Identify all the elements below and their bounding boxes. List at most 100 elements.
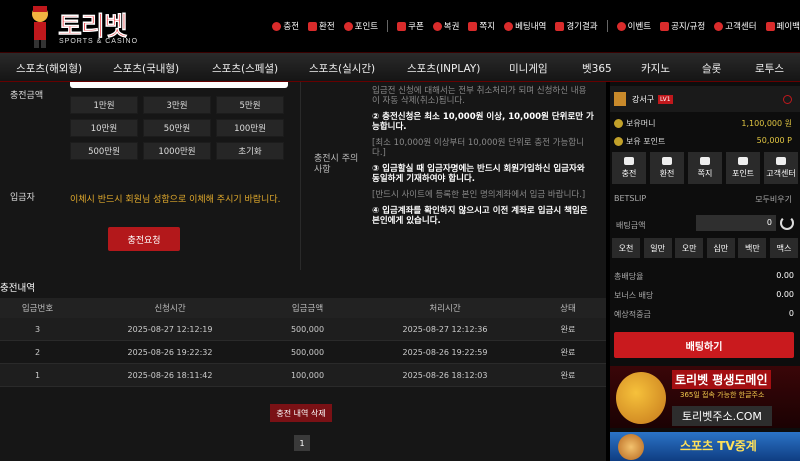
table-cell: 2025-08-26 19:22:59 <box>402 347 488 357</box>
user-name: 강서구 <box>632 95 655 104</box>
table-cell: 완료 <box>560 370 576 380</box>
menu-icon <box>765 21 775 31</box>
top-menu: 충전 환전 포인트 쿠폰 복권 쪽지 베팅내역 경기결과 이벤트 공지/규정 고객센터 페이백 <box>263 16 800 36</box>
notice-label: 충전시 주의사항 <box>314 154 359 175</box>
amount-button[interactable]: 500만원 <box>70 142 138 160</box>
menu-separator <box>606 20 608 32</box>
notice-line: [반드시 사이트에 등록한 본인 명의계좌에서 입금 바랍니다.] <box>372 190 586 200</box>
quick-button[interactable]: 환전 <box>650 152 684 184</box>
notice-line: ③ 입금할실 때 입금자명에는 반드시 회원가입하신 입금자와 동일하게 기재하… <box>372 164 585 184</box>
nav-item[interactable]: 스포츠(스페셜) <box>212 61 278 76</box>
site-logo[interactable]: 토리벳 SPORTS & CASINO <box>28 4 148 50</box>
amount-button[interactable]: 1만원 <box>70 96 138 114</box>
nav-item[interactable]: 스포츠(INPLAY) <box>407 61 480 76</box>
quick-icon <box>624 157 634 165</box>
top-menu-item[interactable]: 경기결과 <box>555 20 598 32</box>
amount-chip[interactable]: 오천 <box>612 238 640 258</box>
column-header: 상태 <box>560 304 576 314</box>
amount-chip[interactable]: 십만 <box>706 238 735 258</box>
table-header: 입금번호 신청시간 입금금액 처리시간 상태 <box>0 298 606 318</box>
banner-sub: 365일 접속 가능한 한글주소 <box>680 391 765 399</box>
nav-item[interactable]: 미니게임 <box>509 61 548 76</box>
amount-button[interactable]: 100만원 <box>216 119 284 137</box>
bet-amount-input[interactable]: 0 <box>696 215 776 231</box>
divider <box>300 82 301 270</box>
notice-line: ② 충전신청은 최소 10,000원 이상, 10,000원 단위로만 가능합니… <box>372 112 594 132</box>
nav-item[interactable]: 슬롯 <box>702 61 721 76</box>
quick-button[interactable]: 고객센터 <box>764 152 798 184</box>
money-value: 1,100,000 원 <box>741 119 792 128</box>
main-nav: 스포츠(해외형) 스포츠(국내형) 스포츠(스페셜) 스포츠(실시간) 스포츠(INPL… <box>0 52 800 82</box>
nav-item[interactable]: 로투스 <box>755 61 784 76</box>
amount-button[interactable]: 3만원 <box>143 96 211 114</box>
top-menu-item[interactable]: 페이백 <box>765 20 800 32</box>
nav-item[interactable]: 스포츠(실시간) <box>309 61 375 76</box>
table-cell: 2025-08-27 12:12:36 <box>402 324 488 334</box>
bet-button[interactable]: 배팅하기 <box>614 332 794 358</box>
quick-button[interactable]: 포인트 <box>726 152 760 184</box>
nav-item[interactable]: 카지노 <box>641 61 670 76</box>
tv-banner[interactable]: 스포츠 TV중계 <box>610 432 800 461</box>
quick-icon <box>700 157 710 165</box>
amount-input[interactable] <box>70 82 288 88</box>
table-cell: 500,000 <box>290 347 325 357</box>
header: 토리벳 SPORTS & CASINO 충전 환전 포인트 쿠폰 복권 쪽지 베팅내역 경기결… <box>0 0 800 52</box>
reset-icon[interactable] <box>780 216 794 230</box>
history-table: 입금번호 신청시간 입금금액 처리시간 상태 3 2025-08-27 12:12:19 5… <box>0 298 606 387</box>
amount-button[interactable]: 10만원 <box>70 119 138 137</box>
menu-icon <box>432 21 442 31</box>
clear-all-button[interactable]: 모두비우기 <box>755 194 792 205</box>
top-menu-item[interactable]: 포인트 <box>343 20 378 32</box>
quick-icon <box>662 157 672 165</box>
column-header: 입금번호 <box>21 304 54 314</box>
delete-history-button[interactable]: 충전 내역 삭제 <box>270 404 332 422</box>
table-cell: 1 <box>34 370 41 380</box>
menu-separator <box>387 20 389 32</box>
menu-icon <box>308 21 318 31</box>
top-menu-item[interactable]: 베팅내역 <box>504 20 546 32</box>
notice-line: [최소 10,000원 이상부터 10,000원 단위로 충전 가능합니다.] <box>372 138 584 158</box>
notice-line: ④ 입금계좌를 확인하지 않으시고 이전 계좌로 입금시 책임은 본인에게 있습… <box>372 206 588 226</box>
charge-form: 충전금액 1만원 3만원 5만원 10만원 50만원 100만원 500만원 1000만원 초기… <box>0 82 300 270</box>
quick-button[interactable]: 충전 <box>612 152 646 184</box>
table-cell: 완료 <box>560 347 576 357</box>
top-menu-item[interactable]: 고객센터 <box>714 20 757 32</box>
amount-button[interactable]: 1000만원 <box>143 142 211 160</box>
mascot-icon <box>618 434 644 460</box>
top-menu-item[interactable]: 환전 <box>308 20 335 32</box>
top-menu-item[interactable]: 쪽지 <box>468 20 495 32</box>
level-badge: LV1 <box>658 95 673 104</box>
nav-item[interactable]: 스포츠(해외형) <box>16 61 82 76</box>
top-menu-item[interactable]: 복권 <box>432 20 459 32</box>
depositor-message: 이체시 반드시 회원님 성함으로 이체해 주시기 바랍니다. <box>70 195 281 205</box>
quick-button[interactable]: 쪽지 <box>688 152 722 184</box>
top-menu-item[interactable]: 충전 <box>272 20 299 32</box>
amount-button[interactable]: 50만원 <box>143 119 211 137</box>
page-button[interactable]: 1 <box>294 435 310 451</box>
table-cell: 500,000 <box>290 324 325 334</box>
amount-button[interactable]: 초기화 <box>216 142 284 160</box>
top-menu-item[interactable]: 공지/규정 <box>660 20 705 32</box>
top-menu-item[interactable]: 이벤트 <box>616 20 651 32</box>
menu-icon <box>616 21 626 31</box>
mascot-icon <box>616 372 666 424</box>
domain-banner[interactable]: 토리벳 평생도메인 365일 접속 가능한 한글주소 토리벳주소.COM <box>610 366 800 428</box>
power-icon[interactable] <box>783 95 792 104</box>
banner-title: 스포츠 TV중계 <box>680 439 757 453</box>
point-label: 보유 포인트 <box>614 136 665 147</box>
summary-row: 총배당율 0.00 <box>614 271 794 281</box>
amount-chip[interactable]: 백만 <box>738 238 767 258</box>
amount-chip[interactable]: 맥스 <box>769 238 798 258</box>
top-menu-item[interactable]: 쿠폰 <box>397 20 424 32</box>
nav-item[interactable]: 벳365 <box>582 61 612 76</box>
amount-chip[interactable]: 일만 <box>643 238 672 258</box>
menu-icon <box>555 21 565 31</box>
amount-chip[interactable]: 오만 <box>675 238 704 258</box>
table-cell: 100,000 <box>290 370 325 380</box>
banner-title: 토리벳 평생도메인 <box>672 370 771 389</box>
menu-icon <box>468 21 478 31</box>
nav-item[interactable]: 스포츠(국내형) <box>113 61 179 76</box>
betslip-label: BETSLIP <box>614 194 647 203</box>
charge-request-button[interactable]: 충전요청 <box>108 227 180 251</box>
amount-button[interactable]: 5만원 <box>216 96 284 114</box>
